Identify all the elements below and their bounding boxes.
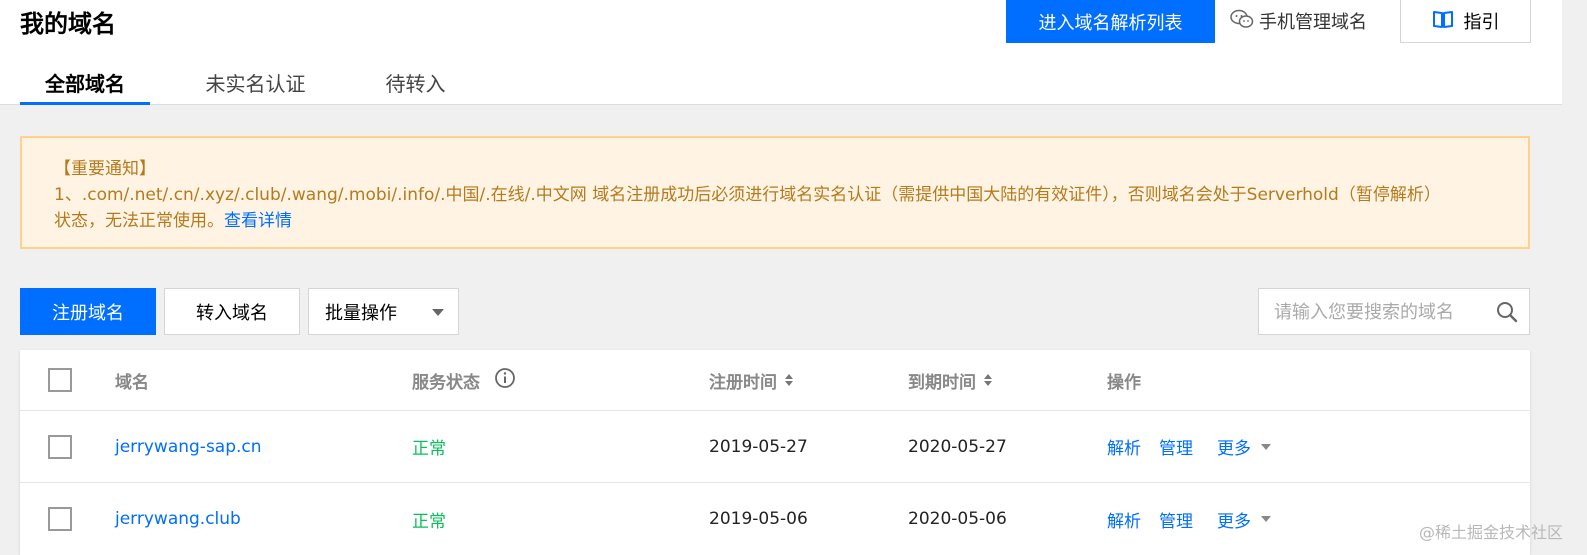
search-box bbox=[1258, 288, 1530, 335]
dns-list-button[interactable]: 进入域名解析列表 bbox=[1006, 0, 1215, 43]
resolve-link[interactable]: 解析 bbox=[1107, 434, 1141, 459]
resolve-link[interactable]: 解析 bbox=[1107, 507, 1141, 532]
tab-all-domains[interactable]: 全部域名 bbox=[20, 60, 150, 105]
mobile-manage-label: 手机管理域名 bbox=[1259, 12, 1367, 33]
col-status: 服务状态 bbox=[412, 350, 516, 410]
notice-line-2: 状态，无法正常使用。 bbox=[54, 211, 224, 231]
important-notice: 【重要通知】 1、.com/.net/.cn/.xyz/.club/.wang/… bbox=[20, 136, 1530, 249]
col-domain: 域名 bbox=[115, 372, 149, 393]
more-dropdown[interactable]: 更多 bbox=[1217, 434, 1271, 459]
caret-down-icon bbox=[1261, 443, 1271, 450]
more-dropdown[interactable]: 更多 bbox=[1217, 507, 1271, 532]
mobile-manage-link[interactable]: 手机管理域名 bbox=[1230, 8, 1367, 34]
col-status-label: 服务状态 bbox=[412, 372, 480, 393]
select-all-checkbox[interactable] bbox=[48, 368, 72, 392]
reg-date: 2019-05-06 bbox=[709, 509, 808, 529]
register-domain-button[interactable]: 注册域名 bbox=[20, 288, 156, 335]
col-reg-time-label: 注册时间 bbox=[709, 372, 777, 393]
sort-icon[interactable] bbox=[785, 374, 793, 386]
more-label: 更多 bbox=[1217, 439, 1251, 459]
view-details-link[interactable]: 查看详情 bbox=[224, 211, 292, 231]
notice-line-1: 1、.com/.net/.cn/.xyz/.club/.wang/.mobi/.… bbox=[54, 185, 1441, 205]
search-input[interactable] bbox=[1274, 299, 1484, 325]
sort-icon[interactable] bbox=[984, 374, 992, 386]
col-reg-time[interactable]: 注册时间 bbox=[709, 350, 793, 410]
domain-table: 域名 服务状态 注册时间 到期时间 操作 jerrywang-sap.cn 正常… bbox=[20, 350, 1530, 555]
notice-title: 【重要通知】 bbox=[54, 159, 156, 179]
status-text: 正常 bbox=[412, 511, 446, 532]
batch-operations-select[interactable]: 批量操作 bbox=[308, 288, 459, 335]
page-title: 我的域名 bbox=[20, 10, 116, 38]
caret-down-icon bbox=[1261, 516, 1271, 522]
guide-button[interactable]: 指引 bbox=[1400, 0, 1531, 43]
row-checkbox[interactable] bbox=[48, 507, 72, 531]
more-label: 更多 bbox=[1217, 511, 1251, 532]
watermark: @稀土掘金技术社区 bbox=[1418, 523, 1563, 542]
col-exp-time[interactable]: 到期时间 bbox=[908, 350, 992, 410]
domain-link[interactable]: jerrywang.club bbox=[115, 483, 241, 555]
row-checkbox[interactable] bbox=[48, 434, 72, 459]
col-ops: 操作 bbox=[1107, 372, 1141, 393]
row-ops: 解析 管理 更多 bbox=[1107, 411, 1271, 482]
domain-link[interactable]: jerrywang-sap.cn bbox=[115, 411, 262, 482]
col-exp-time-label: 到期时间 bbox=[908, 372, 976, 393]
top-header: 我的域名 进入域名解析列表 手机管理域名 指引 全部域名 未实名认证 待转入 bbox=[0, 0, 1562, 105]
notice-line-2-wrap: 状态，无法正常使用。查看详情 bbox=[54, 208, 1528, 234]
book-icon bbox=[1432, 9, 1464, 34]
status-text: 正常 bbox=[412, 439, 446, 459]
toolbar: 注册域名 转入域名 批量操作 bbox=[20, 288, 1530, 335]
row-ops: 解析 管理 更多 bbox=[1107, 483, 1271, 555]
table-row: jerrywang-sap.cn 正常 2019-05-27 2020-05-2… bbox=[20, 411, 1530, 483]
guide-label: 指引 bbox=[1463, 12, 1500, 33]
tab-pending-transfer[interactable]: 待转入 bbox=[361, 60, 470, 105]
domain-tabs: 全部域名 未实名认证 待转入 bbox=[20, 60, 470, 105]
table-row: jerrywang.club 正常 2019-05-06 2020-05-06 … bbox=[20, 483, 1530, 555]
batch-operations-label: 批量操作 bbox=[325, 302, 397, 324]
transfer-domain-button[interactable]: 转入域名 bbox=[164, 288, 300, 335]
search-icon[interactable] bbox=[1495, 300, 1519, 328]
wechat-icon bbox=[1230, 9, 1259, 34]
manage-link[interactable]: 管理 bbox=[1159, 507, 1193, 532]
exp-date: 2020-05-06 bbox=[908, 509, 1007, 529]
tab-unverified[interactable]: 未实名认证 bbox=[150, 60, 361, 105]
reg-date: 2019-05-27 bbox=[709, 436, 808, 457]
manage-link[interactable]: 管理 bbox=[1159, 434, 1193, 459]
exp-date: 2020-05-27 bbox=[908, 436, 1007, 457]
table-header-row: 域名 服务状态 注册时间 到期时间 操作 bbox=[20, 350, 1530, 411]
chevron-down-icon bbox=[432, 309, 444, 316]
info-icon[interactable] bbox=[494, 367, 516, 394]
